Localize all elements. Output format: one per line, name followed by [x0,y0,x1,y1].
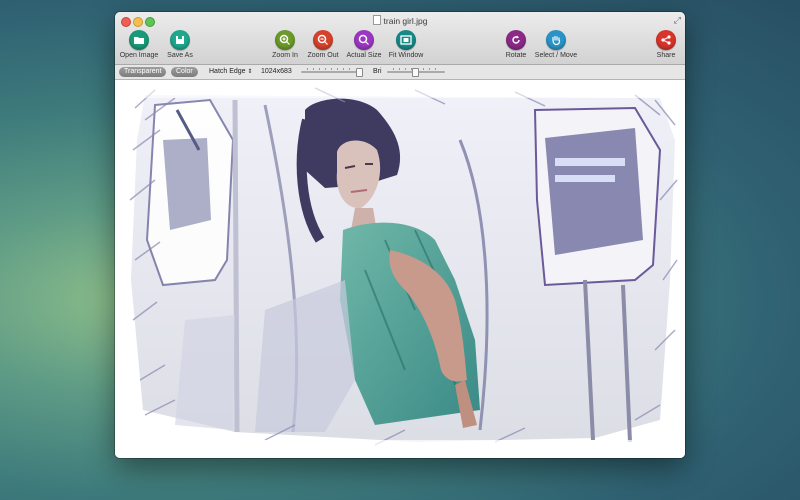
zoom-out-label: Zoom Out [307,52,339,59]
slider-tick [393,68,394,70]
brightness-slider[interactable] [387,68,445,77]
slider-tick [349,68,350,70]
save-as-label: Save As [167,52,193,59]
slider-tick [399,68,400,70]
open-image-label: Open Image [119,52,159,59]
slider-tick [429,68,430,70]
open-image-button[interactable]: Open Image [119,30,159,59]
effect-slider[interactable] [301,68,363,77]
rotate-label: Rotate [505,52,527,59]
slider-tick [331,68,332,70]
actual-size-label: Actual Size [346,52,382,59]
zoom-out-button[interactable]: Zoom Out [305,30,341,59]
share-button[interactable]: Share [653,30,679,59]
slider-tick [319,68,320,70]
transparent-toggle[interactable]: Transparent [119,67,167,77]
slider-tick [313,68,314,70]
document-icon [372,15,381,25]
options-bar: Transparent Color Hatch Edge ⇕ 1024x683 … [115,65,685,80]
slider-tick [307,68,308,70]
share-icon [656,30,676,50]
zoom-in-button[interactable]: Zoom In [270,30,300,59]
folder-icon [129,30,149,50]
window-title: train girl.jpg [115,15,685,26]
effect-slider-knob[interactable] [356,68,363,77]
fit-window-icon [396,30,416,50]
zoom-in-label: Zoom In [272,52,298,59]
actual-size-button[interactable]: Actual Size [345,30,383,59]
actual-size-icon [354,30,374,50]
slider-tick [325,68,326,70]
slider-tick [343,68,344,70]
save-icon [170,30,190,50]
hatch-edge-photo [115,80,685,458]
hand-icon [546,30,566,50]
image-dimensions: 1024x683 [261,68,292,75]
fit-window-label: Fit Window [388,52,424,59]
color-toggle[interactable]: Color [171,67,198,77]
window-title-text: train girl.jpg [383,16,428,26]
fit-window-button[interactable]: Fit Window [387,30,425,59]
app-window: train girl.jpg ⤢ Open Image Save As Zoom… [115,12,685,458]
brightness-slider-knob[interactable] [412,68,419,77]
fullscreen-icon[interactable]: ⤢ [674,15,681,26]
rotate-icon [506,30,526,50]
slider-tick [405,68,406,70]
brightness-label: Bri [373,68,382,75]
zoom-in-icon [275,30,295,50]
save-as-button[interactable]: Save As [163,30,197,59]
select-arrows-icon: ⇕ [247,69,253,75]
slider-tick [337,68,338,70]
select-move-label: Select / Move [534,52,578,59]
slider-tick [435,68,436,70]
share-label: Share [656,52,676,59]
rotate-button[interactable]: Rotate [501,30,531,59]
slider-tick [423,68,424,70]
titlebar: train girl.jpg ⤢ Open Image Save As Zoom… [115,12,685,65]
effect-select[interactable]: Hatch Edge ⇕ [209,67,253,77]
select-move-button[interactable]: Select / Move [531,30,581,59]
image-canvas[interactable] [115,80,685,458]
effect-select-value: Hatch Edge [209,68,246,75]
zoom-out-icon [313,30,333,50]
